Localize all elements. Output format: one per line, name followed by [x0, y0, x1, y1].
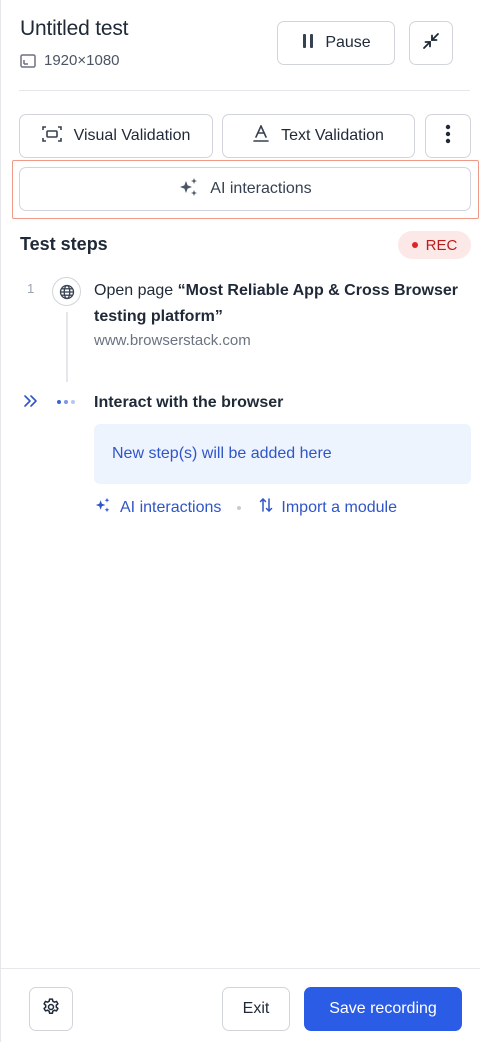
pause-icon: [301, 33, 315, 54]
gear-icon: [41, 997, 61, 1022]
exit-button[interactable]: Exit: [222, 987, 290, 1031]
rec-dot-icon: [411, 242, 418, 248]
ai-interactions-link-label: AI interactions: [120, 498, 222, 516]
visual-validation-icon: [41, 125, 62, 147]
rec-badge: REC: [398, 231, 471, 259]
collapse-icon: [421, 31, 441, 56]
step-number: 1: [27, 281, 35, 296]
resolution-text: 1920×1080: [44, 52, 120, 69]
text-validation-button[interactable]: Text Validation: [222, 114, 415, 158]
test-title[interactable]: Untitled test: [20, 17, 128, 41]
ai-interactions-button[interactable]: AI interactions: [19, 167, 471, 211]
footer-divider: [1, 968, 480, 969]
ai-interactions-link[interactable]: AI interactions: [94, 497, 221, 518]
header: Untitled test 1920×1080: [19, 0, 470, 90]
more-options-button[interactable]: [425, 114, 471, 158]
collapse-button[interactable]: [409, 21, 453, 65]
text-validation-label: Text Validation: [281, 127, 384, 144]
step-actions: AI interactions Import a module: [94, 497, 397, 518]
pause-button[interactable]: Pause: [277, 21, 395, 65]
resolution-info: 1920×1080: [20, 52, 120, 69]
ai-interactions-label: AI interactions: [210, 180, 312, 197]
header-divider: [19, 90, 470, 91]
rec-label: REC: [425, 236, 458, 254]
import-module-link[interactable]: Import a module: [259, 497, 397, 518]
save-recording-button[interactable]: Save recording: [304, 987, 462, 1031]
step-timeline-connector: [66, 312, 68, 382]
import-arrows-icon: [259, 497, 273, 518]
step-description[interactable]: Open page “Most Reliable App & Cross Bro…: [94, 278, 474, 330]
globe-icon: [52, 277, 81, 306]
step-url: www.browserstack.com: [94, 332, 251, 349]
link-separator: [237, 505, 242, 510]
visual-validation-label: Visual Validation: [73, 127, 191, 144]
import-module-link-label: Import a module: [281, 498, 397, 516]
sparkles-icon: [94, 497, 112, 518]
pending-step-label: Interact with the browser: [94, 394, 284, 411]
visual-validation-button[interactable]: Visual Validation: [19, 114, 213, 158]
sparkles-icon: [178, 177, 200, 202]
new-step-placeholder: New step(s) will be added here: [94, 424, 471, 484]
loading-dots-icon: [57, 400, 75, 404]
step-action: Open page: [94, 282, 174, 299]
settings-button[interactable]: [29, 987, 73, 1031]
more-vertical-icon: [445, 124, 451, 149]
test-steps-heading: Test steps: [20, 234, 108, 254]
pause-label: Pause: [325, 34, 371, 51]
text-validation-icon: [253, 123, 269, 148]
double-chevron-right-icon: [23, 393, 39, 414]
recorder-panel: Untitled test 1920×1080 Pause Visual Val…: [0, 0, 480, 1042]
resolution-icon: [20, 53, 36, 68]
